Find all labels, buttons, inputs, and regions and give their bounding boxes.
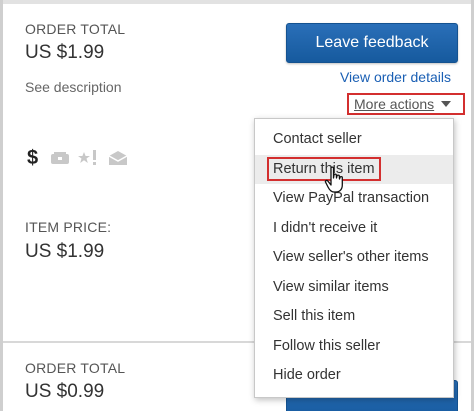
- menu-item-seller-other-items[interactable]: View seller's other items: [255, 243, 453, 273]
- top-divider: [3, 0, 471, 4]
- item-price-label: ITEM PRICE:: [25, 219, 112, 235]
- menu-item-hide-order[interactable]: Hide order: [255, 361, 453, 391]
- message-icon: [108, 151, 128, 165]
- next-order-total-value: US $0.99: [25, 381, 105, 402]
- caret-down-icon: [441, 101, 452, 107]
- item-price-value: US $1.99: [25, 241, 105, 262]
- menu-item-similar-items[interactable]: View similar items: [255, 273, 453, 303]
- menu-item-not-received[interactable]: I didn't receive it: [255, 214, 453, 244]
- more-actions-menu: Contact seller Return this item View Pay…: [254, 118, 454, 398]
- order-total-label: ORDER TOTAL: [25, 21, 126, 37]
- menu-item-view-paypal[interactable]: View PayPal transaction: [255, 184, 453, 214]
- menu-item-return-item[interactable]: Return this item: [255, 154, 453, 184]
- menu-item-follow-seller[interactable]: Follow this seller: [255, 332, 453, 362]
- status-icons: $: [27, 146, 136, 169]
- feedback-star-icon: [78, 150, 97, 165]
- see-description-link[interactable]: See description: [25, 79, 122, 95]
- leave-feedback-button[interactable]: Leave feedback: [286, 23, 458, 63]
- order-total-value: US $1.99: [25, 42, 105, 63]
- hand-cursor-icon: [324, 166, 343, 193]
- next-order-total-label: ORDER TOTAL: [25, 360, 126, 376]
- more-actions-label: More actions: [354, 96, 435, 112]
- menu-item-sell-this-item[interactable]: Sell this item: [255, 302, 453, 332]
- order-card: ORDER TOTAL US $1.99 See description Lea…: [0, 0, 474, 411]
- dollar-icon: $: [27, 146, 39, 169]
- menu-item-contact-seller[interactable]: Contact seller: [255, 125, 453, 155]
- view-order-details-link[interactable]: View order details: [340, 69, 451, 85]
- more-actions-dropdown[interactable]: More actions: [347, 93, 465, 115]
- shipping-icon: [51, 152, 70, 164]
